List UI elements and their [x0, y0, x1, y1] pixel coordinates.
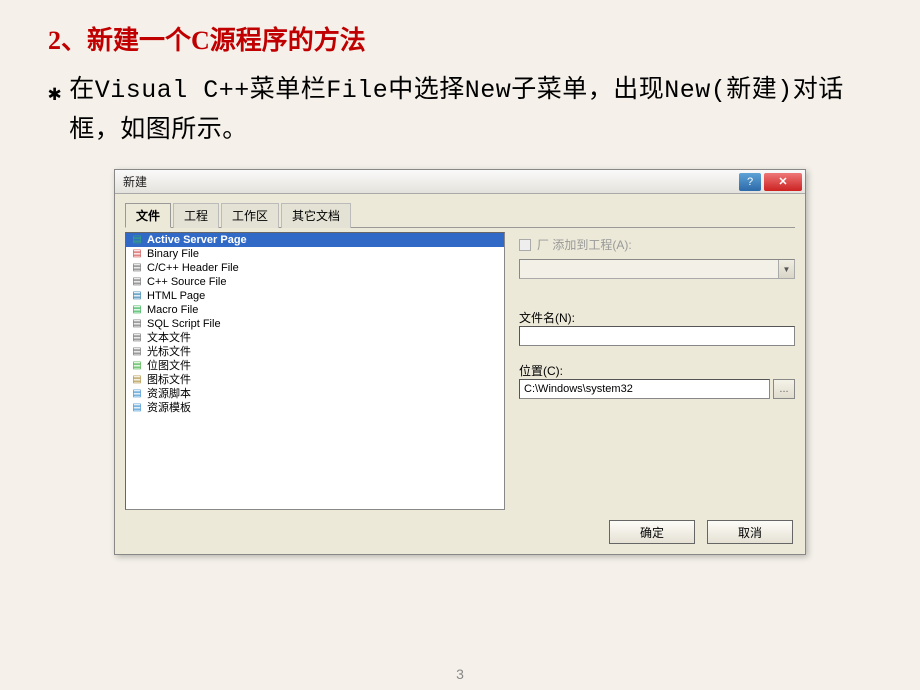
file-type-icon: ▤ [130, 360, 144, 372]
list-item[interactable]: ▤光标文件 [126, 345, 504, 359]
file-type-label: Macro File [147, 303, 198, 317]
list-item[interactable]: ▤资源脚本 [126, 387, 504, 401]
file-type-icon: ▤ [130, 318, 144, 330]
tab-1[interactable]: 工程 [173, 203, 219, 228]
list-item[interactable]: ▤Active Server Page [126, 233, 504, 247]
file-type-label: 资源模板 [147, 401, 191, 415]
list-item[interactable]: ▤文本文件 [126, 331, 504, 345]
chevron-down-icon: ▼ [778, 260, 794, 278]
bullet-text: 在Visual C++菜单栏File中选择New子菜单，出现New(新建)对话框… [69, 71, 872, 151]
file-type-icon: ▤ [130, 276, 144, 288]
location-label: 位置(C): [519, 362, 795, 379]
file-type-label: 文本文件 [147, 331, 191, 345]
new-dialog: 新建 ? ✕ 文件工程工作区其它文档 ▤Active Server Page▤B… [114, 169, 806, 555]
file-type-label: Active Server Page [147, 233, 247, 247]
close-button[interactable]: ✕ [764, 173, 802, 191]
file-type-icon: ▤ [130, 290, 144, 302]
file-type-icon: ▤ [130, 332, 144, 344]
window-buttons: ? ✕ [739, 173, 805, 191]
add-to-project-label: 厂 添加到工程(A): [537, 236, 632, 253]
bullet-marker-icon: ✱ [48, 77, 61, 112]
file-type-icon: ▤ [130, 234, 144, 246]
file-type-icon: ▤ [130, 402, 144, 414]
location-input[interactable] [519, 379, 770, 399]
file-type-icon: ▤ [130, 346, 144, 358]
cancel-button[interactable]: 取消 [707, 520, 793, 544]
list-item[interactable]: ▤C/C++ Header File [126, 261, 504, 275]
dialog-tabs: 文件工程工作区其它文档 [125, 202, 795, 228]
add-to-project-checkbox [519, 239, 531, 251]
file-type-icon: ▤ [130, 304, 144, 316]
file-type-label: Binary File [147, 247, 199, 261]
dialog-titlebar: 新建 ? ✕ [115, 170, 805, 194]
file-type-label: SQL Script File [147, 317, 221, 331]
file-type-icon: ▤ [130, 248, 144, 260]
page-number: 3 [456, 666, 464, 682]
ok-button[interactable]: 确定 [609, 520, 695, 544]
bullet-item: ✱ 在Visual C++菜单栏File中选择New子菜单，出现New(新建)对… [48, 71, 872, 151]
file-type-label: 资源脚本 [147, 387, 191, 401]
list-item[interactable]: ▤位图文件 [126, 359, 504, 373]
file-type-label: HTML Page [147, 289, 205, 303]
file-type-label: 图标文件 [147, 373, 191, 387]
file-type-label: C/C++ Header File [147, 261, 239, 275]
list-item[interactable]: ▤SQL Script File [126, 317, 504, 331]
slide-heading: 2、新建一个C源程序的方法 [0, 0, 920, 57]
right-panel: 厂 添加到工程(A): ▼ 文件名(N): 位置(C): [519, 232, 795, 510]
list-item[interactable]: ▤Macro File [126, 303, 504, 317]
browse-button[interactable]: ... [773, 379, 795, 399]
filename-label: 文件名(N): [519, 309, 795, 326]
filename-input[interactable] [519, 326, 795, 346]
tab-2[interactable]: 工作区 [221, 203, 279, 228]
add-to-project-group: 厂 添加到工程(A): ▼ [519, 236, 795, 279]
file-type-icon: ▤ [130, 374, 144, 386]
list-item[interactable]: ▤资源模板 [126, 401, 504, 415]
file-type-icon: ▤ [130, 388, 144, 400]
file-type-label: 光标文件 [147, 345, 191, 359]
file-type-icon: ▤ [130, 262, 144, 274]
tab-3[interactable]: 其它文档 [281, 203, 351, 228]
file-type-list[interactable]: ▤Active Server Page▤Binary File▤C/C++ He… [125, 232, 505, 510]
help-button[interactable]: ? [739, 173, 761, 191]
project-combo: ▼ [519, 259, 795, 279]
list-item[interactable]: ▤C++ Source File [126, 275, 504, 289]
file-type-label: 位图文件 [147, 359, 191, 373]
list-item[interactable]: ▤Binary File [126, 247, 504, 261]
slide-body: ✱ 在Visual C++菜单栏File中选择New子菜单，出现New(新建)对… [0, 57, 920, 151]
list-item[interactable]: ▤HTML Page [126, 289, 504, 303]
list-item[interactable]: ▤图标文件 [126, 373, 504, 387]
tab-0[interactable]: 文件 [125, 203, 171, 228]
file-type-label: C++ Source File [147, 275, 226, 289]
dialog-title: 新建 [123, 173, 147, 190]
